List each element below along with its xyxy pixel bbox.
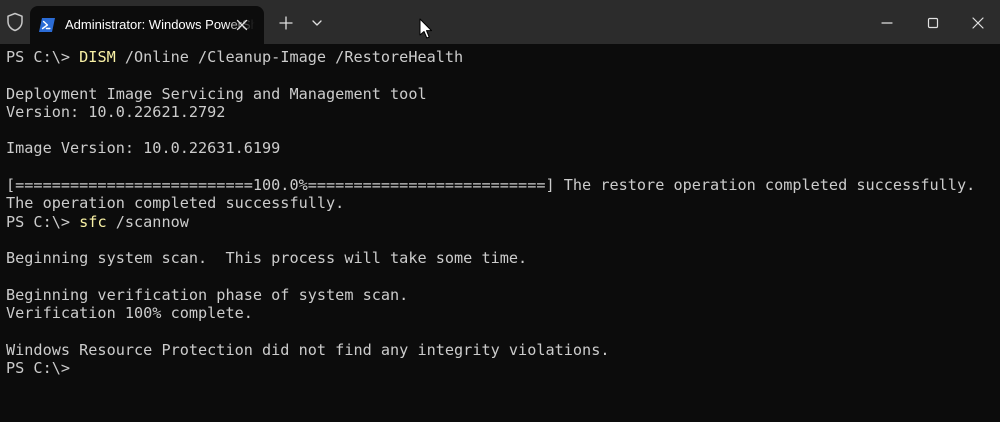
line-text: The operation completed successfully. bbox=[6, 194, 345, 213]
line-text: /Online /Cleanup-Image /RestoreHealth bbox=[115, 48, 464, 66]
tab-title: Administrator: Windows PowerShell bbox=[65, 17, 255, 32]
line-text: Verification 100% complete. bbox=[6, 304, 253, 323]
chevron-down-icon[interactable] bbox=[306, 12, 328, 34]
shield-icon bbox=[6, 12, 24, 32]
prompt-line: PS C:\> DISM /Online /Cleanup-Image /Res… bbox=[6, 48, 996, 66]
line-text: /scannow bbox=[106, 212, 189, 231]
output-line: [==========================100.0%=======… bbox=[6, 176, 996, 194]
output-line: Windows Resource Protection did not find… bbox=[6, 341, 996, 359]
output-line: Beginning verification phase of system s… bbox=[6, 286, 996, 304]
command-name: sfc bbox=[79, 212, 107, 231]
minimize-icon[interactable] bbox=[876, 12, 898, 34]
prompt-line: PS C:\> sfc /scannow bbox=[6, 213, 996, 231]
output-line: Version: 10.0.22621.2792 bbox=[6, 103, 996, 121]
prompt-line: PS C:\> bbox=[6, 359, 996, 377]
line-text: Image Version: 10.0.22631.6199 bbox=[6, 139, 281, 158]
line-text: Version: 10.0.22621.2792 bbox=[6, 102, 226, 121]
title-bar: Administrator: Windows PowerShell bbox=[0, 0, 1000, 44]
powershell-icon bbox=[39, 17, 55, 33]
output-line: Verification 100% complete. bbox=[6, 304, 996, 322]
command-name: DISM bbox=[79, 48, 116, 66]
tab-powershell[interactable]: Administrator: Windows PowerShell bbox=[30, 6, 264, 44]
output-line: The operation completed successfully. bbox=[6, 194, 996, 212]
line-text: [==========================100.0%=======… bbox=[6, 176, 976, 195]
line-text: Deployment Image Servicing and Managemen… bbox=[6, 84, 427, 103]
terminal-lines: PS C:\> DISM /Online /Cleanup-Image /Res… bbox=[6, 48, 996, 377]
close-icon[interactable] bbox=[967, 12, 989, 34]
line-text: Beginning verification phase of system s… bbox=[6, 285, 409, 304]
maximize-icon[interactable] bbox=[922, 12, 944, 34]
terminal-output[interactable]: PS C:\> DISM /Online /Cleanup-Image /Res… bbox=[0, 44, 1000, 422]
prompt: PS C:\> bbox=[6, 359, 71, 378]
prompt: PS C:\> bbox=[6, 212, 80, 231]
output-line: Beginning system scan. This process will… bbox=[6, 249, 996, 267]
plus-icon[interactable] bbox=[275, 12, 297, 34]
output-line: Deployment Image Servicing and Managemen… bbox=[6, 85, 996, 103]
line-text: Windows Resource Protection did not find… bbox=[6, 340, 610, 359]
prompt: PS C:\> bbox=[6, 48, 80, 66]
close-icon[interactable] bbox=[232, 15, 252, 35]
output-line: Image Version: 10.0.22631.6199 bbox=[6, 139, 996, 157]
line-text: Beginning system scan. This process will… bbox=[6, 249, 528, 268]
mouse-pointer-icon bbox=[418, 18, 434, 40]
